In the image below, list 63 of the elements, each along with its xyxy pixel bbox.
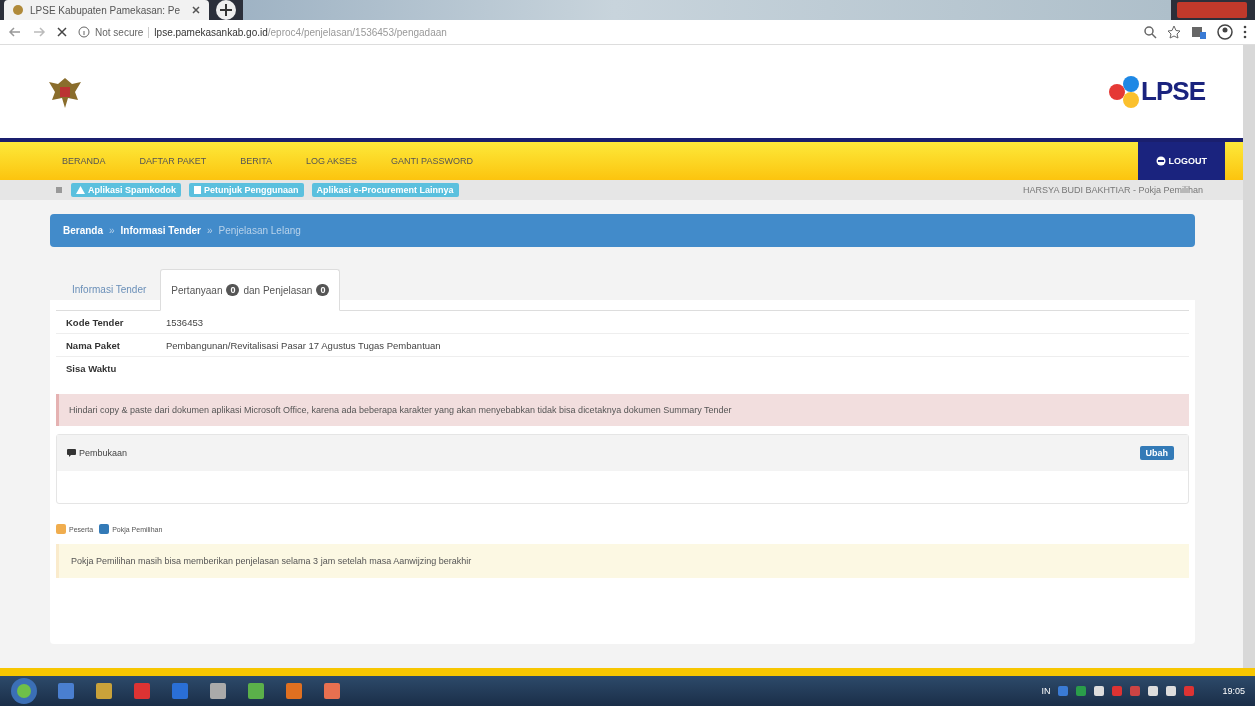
taskbar-app-icon bbox=[248, 683, 264, 699]
tray-icon bbox=[1166, 686, 1177, 696]
tray-icon bbox=[1058, 686, 1069, 696]
star-icon bbox=[1167, 25, 1181, 39]
taskbar-app-icon bbox=[172, 683, 188, 699]
language-indicator[interactable]: IN bbox=[1041, 686, 1051, 696]
url-text: lpse.pamekasankab.go.id/eproc4/penjelasan/1536453/pengadaan bbox=[154, 26, 447, 38]
count-badge: 0 bbox=[316, 284, 330, 296]
close-icon bbox=[191, 5, 201, 15]
separator-text: » bbox=[109, 225, 115, 236]
forward-icon bbox=[32, 25, 46, 39]
edit-button[interactable]: Ubah bbox=[1139, 446, 1174, 460]
menu-icon bbox=[1243, 25, 1247, 39]
scrollbar[interactable] bbox=[1243, 45, 1255, 668]
field-value: 1536453 bbox=[166, 316, 203, 328]
comment-icon bbox=[67, 449, 76, 457]
nav-link[interactable]: BERITA bbox=[240, 156, 273, 166]
warning-message: Hindari copy & paste dari dokumen aplikasi Microsoft Office, karena ada beberapa karakter yang akan menyebabkan tidak bisa dicetaknya dokumen Summary Tender bbox=[56, 394, 1189, 426]
field-label: Nama Paket bbox=[66, 339, 121, 351]
tray-icon bbox=[1112, 686, 1123, 696]
taskbar-app-icon bbox=[324, 683, 340, 699]
count-badge: 0 bbox=[226, 284, 240, 296]
nav-link[interactable]: BERANDA bbox=[62, 156, 106, 166]
nav-link[interactable]: LOG AKSES bbox=[306, 156, 358, 166]
info-message: Pokja Pemilihan masih bisa memberikan penjelasan selama 3 jam setelah masa Aanwijzing berakhir bbox=[56, 544, 1189, 578]
tray-icon bbox=[1130, 686, 1141, 696]
user-name: HARSYA BUDI BAKHTIAR - Pokja Pemilihan bbox=[1023, 185, 1203, 195]
back-icon bbox=[8, 25, 22, 39]
browser-tab[interactable]: LPSE Kabupaten Pamekasan: Pe bbox=[4, 0, 209, 20]
security-label: Not secure bbox=[95, 26, 150, 38]
clock-text: 19:05 bbox=[1222, 686, 1245, 696]
nav-link[interactable]: GANTI PASSWORD bbox=[391, 156, 473, 166]
zoom-icon bbox=[1143, 25, 1157, 39]
window-controls[interactable] bbox=[1177, 2, 1247, 18]
separator-text: » bbox=[206, 225, 213, 236]
logo-text: LPSE bbox=[1141, 76, 1205, 107]
tab-title: LPSE Kabupaten Pamekasan: Pe bbox=[30, 4, 182, 16]
panel-title: Pembukaan bbox=[79, 448, 128, 458]
extension-icon bbox=[1191, 24, 1207, 40]
info-icon bbox=[78, 26, 90, 38]
field-value: Pembangunan/Revitalisasi Pasar 17 Agustus Tugas Pembantuan bbox=[166, 339, 441, 351]
tray-icon bbox=[1094, 686, 1105, 696]
breadcrumb-link[interactable]: Informasi Tender bbox=[120, 225, 201, 236]
start-button-icon bbox=[10, 677, 38, 705]
tab[interactable]: Informasi Tender bbox=[62, 269, 157, 309]
warning-icon bbox=[76, 186, 85, 194]
breadcrumb-link[interactable]: Beranda bbox=[63, 225, 103, 236]
taskbar-app-icon bbox=[210, 683, 226, 699]
field-label: Sisa Waktu bbox=[66, 362, 118, 374]
field-label: Kode Tender bbox=[66, 316, 125, 328]
taskbar-app-icon bbox=[134, 683, 150, 699]
tray-icon bbox=[1184, 686, 1195, 696]
tray-icon bbox=[1076, 686, 1087, 696]
account-icon bbox=[1217, 24, 1233, 40]
taskbar-app-icon bbox=[58, 683, 74, 699]
power-icon bbox=[1155, 156, 1166, 166]
tray-icon bbox=[1148, 686, 1159, 696]
taskbar-app-icon bbox=[96, 683, 112, 699]
close-icon bbox=[56, 26, 68, 38]
taskbar-app-icon bbox=[286, 683, 302, 699]
nav-link[interactable]: DAFTAR PAKET bbox=[139, 156, 207, 166]
logout-button[interactable]: LOGOUT bbox=[1137, 142, 1225, 180]
tab[interactable]: Pertanyaan 0 dan Penjelasan 0 bbox=[160, 269, 341, 311]
